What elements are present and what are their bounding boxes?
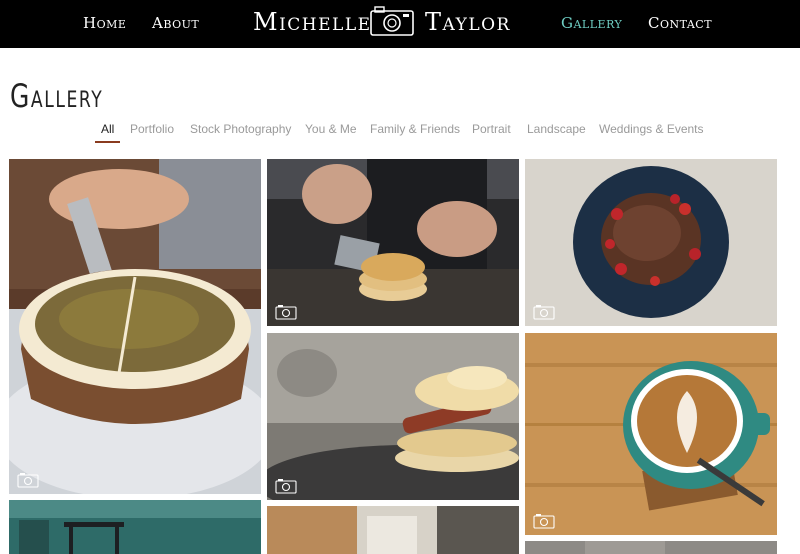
nav-contact-link[interactable]: Contact xyxy=(648,12,712,34)
active-filter-underline xyxy=(95,141,120,143)
nav-gallery-link[interactable]: Gallery xyxy=(561,12,622,34)
filter-portrait[interactable]: Portrait xyxy=(472,120,511,138)
gallery-item-pancake-stack[interactable] xyxy=(267,159,519,326)
gallery-item-grey-texture[interactable] xyxy=(525,541,777,554)
brand-last-name: Taylor xyxy=(425,8,511,36)
gallery-item-cafe-interior[interactable] xyxy=(267,506,519,554)
filter-weddings-and-events[interactable]: Weddings & Events xyxy=(599,120,704,138)
gallery-filter-bar: All Portfolio Stock Photography You & Me… xyxy=(0,118,800,144)
nav-home-link[interactable]: Home xyxy=(83,12,126,34)
cake-photo xyxy=(9,159,261,494)
filter-all[interactable]: All xyxy=(101,120,114,138)
cafe-interior-photo xyxy=(267,506,519,554)
camera-icon xyxy=(533,514,555,529)
nav-about-link[interactable]: About xyxy=(152,12,199,34)
grey-texture-photo xyxy=(525,541,777,554)
pancake-stack-photo xyxy=(267,159,519,326)
brand-first-name: Michelle xyxy=(253,8,372,36)
site-header: Home About Michelle Taylor Gallery Conta… xyxy=(0,0,800,48)
gallery-item-cake[interactable] xyxy=(9,159,261,494)
page-title: Gallery xyxy=(10,77,104,115)
pancakes-bacon-photo xyxy=(267,333,519,500)
gallery-item-pancakes-bacon[interactable] xyxy=(267,333,519,500)
camera-icon xyxy=(275,479,297,494)
gallery-item-latte-art[interactable] xyxy=(525,333,777,535)
camera-icon xyxy=(533,305,555,320)
gallery-item-chocolate-pancake[interactable] xyxy=(525,159,777,326)
filter-family-and-friends[interactable]: Family & Friends xyxy=(370,120,460,138)
chocolate-pancake-photo xyxy=(525,159,777,326)
latte-art-photo xyxy=(525,333,777,535)
camera-icon xyxy=(275,305,297,320)
filter-you-and-me[interactable]: You & Me xyxy=(305,120,357,138)
cafe-chairs-photo xyxy=(9,500,261,554)
gallery-item-cafe-chairs[interactable] xyxy=(9,500,261,554)
filter-portfolio[interactable]: Portfolio xyxy=(130,120,174,138)
camera-icon xyxy=(17,473,39,488)
filter-stock-photography[interactable]: Stock Photography xyxy=(190,120,291,138)
filter-landscape[interactable]: Landscape xyxy=(527,120,586,138)
camera-icon xyxy=(370,6,414,36)
